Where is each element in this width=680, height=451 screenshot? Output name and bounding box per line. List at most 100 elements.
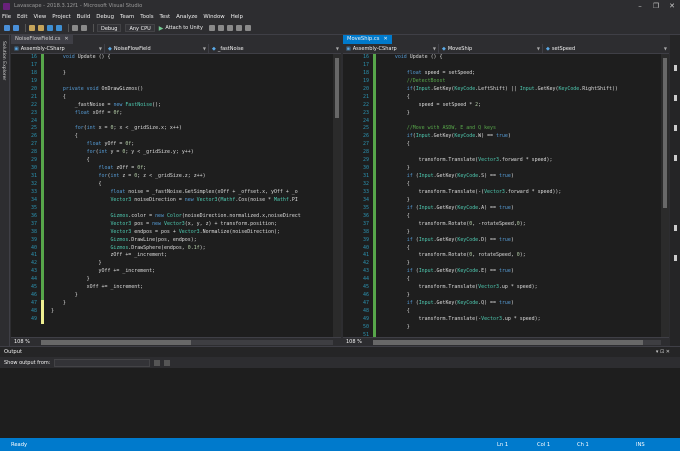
configuration-dropdown[interactable]: Debug [97, 24, 122, 32]
zoom-level[interactable]: 108 % [11, 339, 39, 345]
toolbar-misc-icon[interactable] [226, 25, 233, 31]
menu-help[interactable]: Help [231, 14, 243, 20]
code-line[interactable] [51, 118, 333, 126]
code-line[interactable]: void Update () { [383, 54, 661, 62]
code-line[interactable]: transform.Translate(-(Vector3.forward * … [383, 189, 661, 197]
menu-file[interactable]: File [2, 14, 11, 20]
code-line[interactable]: } [383, 292, 661, 300]
member-dropdown[interactable]: ◆ _fastNoise ▼ [209, 44, 341, 54]
code-line[interactable]: if (Input.GetKey(KeyCode.A) == true) [383, 205, 661, 213]
menu-window[interactable]: Window [203, 14, 224, 20]
code-line[interactable] [51, 78, 333, 86]
code-line[interactable]: { [383, 245, 661, 253]
status-char[interactable]: Ch 1 [577, 442, 589, 448]
horizontal-scrollbar[interactable] [373, 339, 661, 345]
scrollbar-thumb[interactable] [663, 58, 667, 208]
menu-test[interactable]: Test [160, 14, 171, 20]
code-line[interactable]: if(Input.GetKey(KeyCode.LeftShift) || In… [383, 86, 661, 94]
new-project-icon[interactable] [29, 25, 35, 31]
code-line[interactable]: if (Input.GetKey(KeyCode.D) == true) [383, 237, 661, 245]
platform-dropdown[interactable]: Any CPU [125, 24, 155, 32]
code-line[interactable]: if(Input.GetKey(KeyCode.W) == true) [383, 133, 661, 141]
horizontal-scrollbar[interactable] [41, 339, 333, 345]
code-line[interactable]: float yOff = 0f; [51, 141, 333, 149]
code-line[interactable]: //Move with ASDW, E and Q keys [383, 125, 661, 133]
code-line[interactable]: zOff += _increment; [51, 252, 333, 260]
output-panel-controls[interactable]: ▾ ⊡ ✕ [656, 349, 670, 355]
code-line[interactable]: void Update () { [51, 54, 333, 62]
menu-tools[interactable]: Tools [140, 14, 153, 20]
code-line[interactable]: //DetectBoost [383, 78, 661, 86]
menu-debug[interactable]: Debug [96, 14, 114, 20]
output-text-area[interactable] [0, 368, 680, 438]
code-line[interactable]: for(int z = 0; z < _gridSize.z; z++) [51, 173, 333, 181]
project-dropdown[interactable]: ▣ Assembly-CSharp ▼ [343, 43, 439, 54]
collapsed-panel-marker[interactable] [674, 125, 677, 131]
code-line[interactable]: } [51, 308, 333, 316]
code-line[interactable]: { [383, 181, 661, 189]
attach-to-unity-button[interactable]: Attach to Unity [165, 25, 203, 31]
menu-view[interactable]: View [33, 14, 46, 20]
project-dropdown[interactable]: ▣ Assembly-CSharp ▼ [11, 43, 105, 54]
code-line[interactable]: { [383, 308, 661, 316]
code-line[interactable]: yOff += _increment; [51, 268, 333, 276]
code-line[interactable]: Gizmos.DrawLine(pos, endpos); [51, 237, 333, 245]
code-line[interactable]: if (Input.GetKey(KeyCode.S) == true) [383, 173, 661, 181]
code-line[interactable]: } [383, 260, 661, 268]
code-text[interactable]: void Update () { } private void OnDrawGi… [51, 54, 333, 337]
code-line[interactable]: } [51, 300, 333, 308]
menu-analyze[interactable]: Analyze [176, 14, 197, 20]
code-line[interactable]: { [51, 94, 333, 102]
code-line[interactable]: Vector3 endpos = pos + Vector3.Normalize… [51, 229, 333, 237]
code-line[interactable]: transform.Rotate(0, -rotateSpeed,0); [383, 221, 661, 229]
right-code-editor[interactable]: 16 17 18 19 20 21 22 23 24 25 26 27 28 29 30 31 32 33 34 35… [343, 54, 669, 337]
code-line[interactable] [51, 205, 333, 213]
code-line[interactable]: } [51, 260, 333, 268]
save-all-icon[interactable] [56, 25, 62, 31]
vertical-scrollbar[interactable] [333, 54, 341, 337]
menu-team[interactable]: Team [120, 14, 134, 20]
collapsed-panel-marker[interactable] [674, 225, 677, 231]
code-line[interactable]: { [383, 141, 661, 149]
code-line[interactable]: { [383, 94, 661, 102]
code-line[interactable]: Vector3 noiseDirection = new Vector3(Mat… [51, 197, 333, 205]
code-line[interactable]: } [383, 324, 661, 332]
status-insert-mode[interactable]: INS [636, 442, 645, 448]
collapsed-panel-marker[interactable] [674, 95, 677, 101]
collapsed-panel-marker[interactable] [674, 65, 677, 71]
code-line[interactable]: } [383, 110, 661, 118]
output-source-dropdown[interactable] [54, 358, 151, 367]
code-line[interactable]: { [383, 213, 661, 221]
forward-icon[interactable] [13, 25, 19, 31]
code-line[interactable]: speed = setSpeed * 2; [383, 102, 661, 110]
code-line[interactable]: Gizmos.color = new Color(noiseDirection.… [51, 213, 333, 221]
code-line[interactable] [51, 316, 333, 324]
status-column[interactable]: Col 1 [537, 442, 550, 448]
code-line[interactable]: Vector3 pos = new Vector3(x, y, z) + tra… [51, 221, 333, 229]
code-line[interactable]: private void OnDrawGizmos() [51, 86, 333, 94]
code-line[interactable]: float zOff = 0f; [51, 165, 333, 173]
scrollbar-thumb[interactable] [41, 339, 191, 345]
code-line[interactable]: transform.Translate(Vector3.forward * sp… [383, 157, 661, 165]
code-line[interactable]: transform.Translate(Vector3.up * speed); [383, 284, 661, 292]
scrollbar-thumb[interactable] [373, 339, 643, 345]
play-icon[interactable]: ▶ [159, 25, 164, 32]
menu-edit[interactable]: Edit [17, 14, 27, 20]
code-line[interactable]: Gizmos.DrawSphere(endpos, 0.1f); [51, 245, 333, 253]
code-line[interactable]: float xOff = 0f; [51, 110, 333, 118]
toolbar-misc-icon[interactable] [208, 25, 215, 31]
code-line[interactable]: transform.Translate(-Vector3.up * speed)… [383, 316, 661, 324]
code-line[interactable]: float speed = setSpeed; [383, 70, 661, 78]
code-line[interactable]: } [51, 292, 333, 300]
code-line[interactable]: } [383, 229, 661, 237]
status-line[interactable]: Ln 1 [497, 442, 508, 448]
scrollbar-thumb[interactable] [335, 58, 339, 118]
code-line[interactable] [51, 62, 333, 70]
maximize-button[interactable]: ❐ [648, 0, 664, 12]
open-folder-icon[interactable] [38, 25, 44, 31]
zoom-level[interactable]: 108 % [343, 339, 371, 345]
code-line[interactable]: { [383, 276, 661, 284]
code-line[interactable]: } [383, 165, 661, 173]
code-line[interactable]: { [51, 181, 333, 189]
code-line[interactable]: transform.Rotate(0, rotateSpeed, 0); [383, 252, 661, 260]
